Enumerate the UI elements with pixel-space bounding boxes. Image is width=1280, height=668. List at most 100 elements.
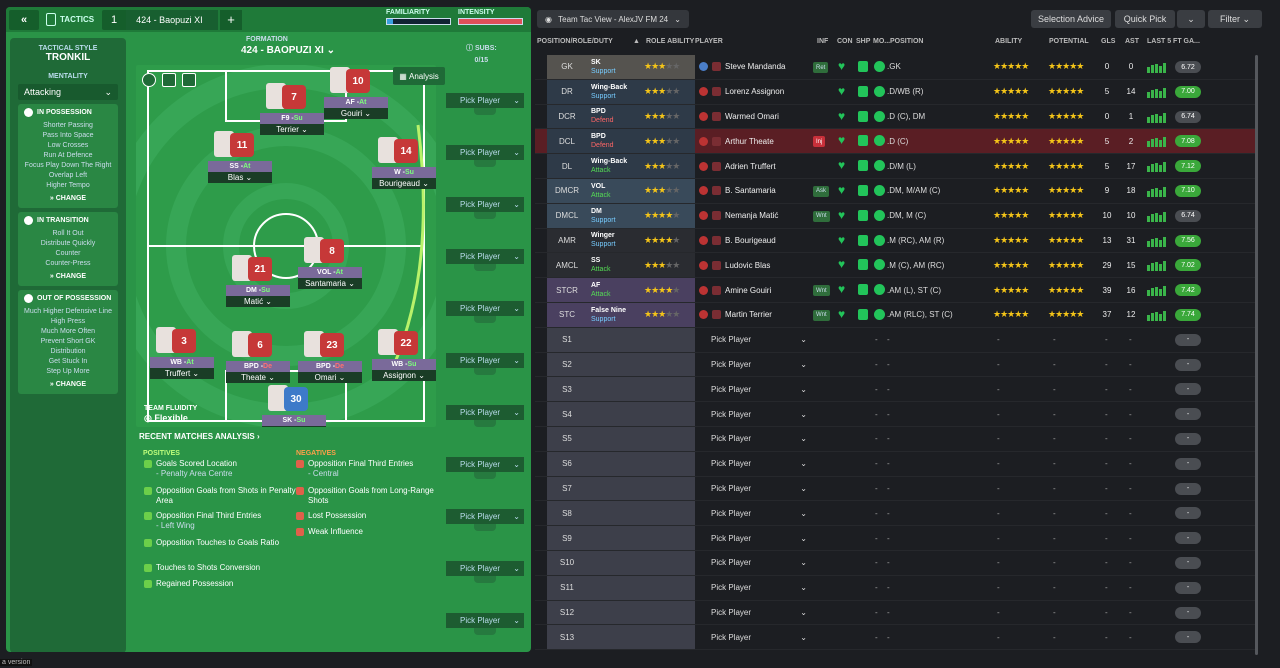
pick-player-dropdown[interactable]: Pick Player ⌄ (711, 328, 807, 352)
sub-row[interactable]: S8 Pick Player ⌄ - - - - - - - (535, 501, 1257, 527)
player-card[interactable]: 23 BPD - De Omari ⌄ (298, 331, 362, 383)
pick-player-button[interactable]: Pick Player ⌄ (446, 613, 524, 628)
player-card[interactable]: 30SK - SuMandanda ⌄ (262, 385, 326, 427)
player-card[interactable]: 14 W - Su Bourigeaud ⌄ (372, 137, 436, 189)
player-cell[interactable]: Lorenz Assignon (699, 80, 784, 104)
view-dropdown[interactable]: ◉ Team Tac View - AlexJV FM 24 ⌄ (537, 10, 689, 28)
player-cell[interactable]: Martin Terrier (699, 303, 772, 327)
add-tactic-button[interactable]: + (220, 9, 243, 30)
player-cell[interactable]: Steve Mandanda (699, 55, 786, 79)
sub-row[interactable]: S10 Pick Player ⌄ - - - - - - - (535, 550, 1257, 576)
analysis-item[interactable]: Lost Possession (296, 511, 448, 521)
intensity-meter[interactable]: INTENSITY (458, 9, 523, 25)
sub-row[interactable]: S3 Pick Player ⌄ - - - - - - - (535, 377, 1257, 403)
table-row[interactable]: DMCR VOL Attack ★★★★★ B. Santamaria Ask ♥ .DM, … (535, 178, 1257, 204)
pick-player-dropdown[interactable]: Pick Player ⌄ (711, 427, 807, 451)
pick-player-dropdown[interactable]: Pick Player ⌄ (711, 576, 807, 600)
player-card[interactable]: 3 WB - At Truffert ⌄ (150, 327, 214, 379)
player-card[interactable]: 7 F9 - Su Terrier ⌄ (260, 83, 324, 135)
header-player-position[interactable]: POSITION (890, 38, 923, 45)
sub-row[interactable]: S2 Pick Player ⌄ - - - - - - - (535, 352, 1257, 378)
pick-player-dropdown[interactable]: Pick Player ⌄ (711, 402, 807, 426)
player-card[interactable]: 21 DM - Su Matić ⌄ (226, 255, 290, 307)
possession-change-button[interactable]: » CHANGE (18, 195, 118, 202)
quick-pick-button[interactable]: Quick Pick (1115, 10, 1175, 28)
player-card[interactable]: 10 AF - At Gouiri ⌄ (324, 67, 388, 119)
pick-player-button[interactable]: Pick Player ⌄ (446, 561, 524, 576)
header-player[interactable]: PLAYER (695, 38, 723, 45)
quick-pick-dropdown[interactable]: ⌄ (1177, 10, 1205, 28)
sub-row[interactable]: S4 Pick Player ⌄ - - - - - - - (535, 402, 1257, 427)
filter-dropdown[interactable]: Filter ⌄ (1208, 10, 1262, 28)
pick-player-dropdown[interactable]: Pick Player ⌄ (711, 353, 807, 377)
header-inf[interactable]: INF (817, 38, 828, 45)
analysis-item[interactable]: Opposition Goals from Shots in Penalty A… (144, 486, 296, 506)
analysis-item[interactable]: Opposition Touches to Goals Ratio (144, 538, 296, 548)
back-button[interactable]: « (9, 9, 39, 30)
player-cell[interactable]: Amine Gouiri (699, 278, 771, 302)
pick-player-button[interactable]: Pick Player ⌄ (446, 457, 524, 472)
header-con[interactable]: CON (837, 38, 853, 45)
player-card[interactable]: 6 BPD - De Theate ⌄ (226, 331, 290, 383)
pick-player-button[interactable]: Pick Player ⌄ (446, 145, 524, 160)
notes-icon[interactable] (182, 73, 196, 87)
pick-player-button[interactable]: Pick Player ⌄ (446, 509, 524, 524)
right-scrollbar[interactable] (1255, 55, 1258, 655)
table-row[interactable]: DCL BPD Defend ★★★★★ Arthur Theate Inj ♥ .D (C)… (535, 129, 1257, 155)
familiarity-meter[interactable]: FAMILIARITY (386, 9, 451, 25)
sub-row[interactable]: S13 Pick Player ⌄ - - - - - - - (535, 625, 1257, 651)
pick-player-dropdown[interactable]: Pick Player ⌄ (711, 551, 807, 575)
player-cell[interactable]: Adrien Truffert (699, 154, 776, 178)
analysis-item[interactable]: Regained Possession (144, 579, 296, 589)
table-row[interactable]: GK SK Support ★★★★★ Steve Mandanda Ret ♥ .GK ★★★… (535, 55, 1257, 80)
analysis-item[interactable]: Goals Scored Location - Penalty Area Cen… (144, 459, 296, 479)
sub-row[interactable]: S12 Pick Player ⌄ - - - - - - - (535, 600, 1257, 626)
tactic-name-dropdown[interactable]: 424 - Baopuzi XI (126, 9, 219, 30)
table-row[interactable]: AMCL SS Attack ★★★★★ Ludovic Blas ♥ .M (C), AM… (535, 253, 1257, 279)
player-card[interactable]: 22 WB - Su Assignon ⌄ (372, 329, 436, 381)
sub-row[interactable]: S6 Pick Player ⌄ - - - - - - - (535, 451, 1257, 477)
pick-player-dropdown[interactable]: Pick Player ⌄ (711, 501, 807, 525)
player-cell[interactable]: Warmed Omari (699, 105, 779, 129)
tactic-slot-button[interactable]: 1 (102, 9, 127, 30)
player-cell[interactable]: B. Santamaria (699, 179, 776, 203)
selection-advice-button[interactable]: Selection Advice (1031, 10, 1111, 28)
analysis-item[interactable]: Opposition Final Third Entries - Central (296, 459, 448, 479)
transition-change-button[interactable]: » CHANGE (18, 273, 118, 280)
analysis-item[interactable]: Opposition Final Third Entries - Left Wi… (144, 511, 296, 531)
sub-row[interactable]: S5 Pick Player ⌄ - - - - - - - (535, 426, 1257, 452)
header-position-role-duty[interactable]: POSITION/ROLE/DUTY (537, 38, 613, 45)
table-row[interactable]: AMR Winger Support ★★★★★ B. Bourigeaud ♥ .M (R… (535, 228, 1257, 254)
pick-player-button[interactable]: Pick Player ⌄ (446, 353, 524, 368)
table-row[interactable]: DMCL DM Support ★★★★★ Nemanja Matić Wnt ♥ .DM, … (535, 203, 1257, 229)
pick-player-dropdown[interactable]: Pick Player ⌄ (711, 625, 807, 649)
sub-row[interactable]: S9 Pick Player ⌄ - - - - - - - (535, 526, 1257, 551)
header-potential[interactable]: POTENTIAL (1049, 38, 1089, 45)
player-cell[interactable]: Arthur Theate (699, 129, 774, 153)
table-row[interactable]: DCR BPD Defend ★★★★★ Warmed Omari ♥ .D (C), DM… (535, 104, 1257, 130)
pick-player-dropdown[interactable]: Pick Player ⌄ (711, 452, 807, 476)
table-row[interactable]: STC False Nine Support ★★★★★ Martin Terrier W… (535, 302, 1257, 328)
pick-player-button[interactable]: Pick Player ⌄ (446, 93, 524, 108)
player-card[interactable]: 8 VOL - At Santamaria ⌄ (298, 237, 362, 289)
header-ability[interactable]: ABILITY (995, 38, 1022, 45)
header-gls[interactable]: GLS (1101, 38, 1115, 45)
header-mo[interactable]: MO... (873, 38, 890, 45)
sub-row[interactable]: S11 Pick Player ⌄ - - - - - - - (535, 575, 1257, 601)
player-info-icon[interactable] (142, 73, 156, 87)
style-value[interactable]: TRONKIL (10, 52, 126, 63)
out-change-button[interactable]: » CHANGE (18, 381, 118, 388)
pick-player-button[interactable]: Pick Player ⌄ (446, 405, 524, 420)
sub-row[interactable]: S1 Pick Player ⌄ - - - - - - - (535, 327, 1257, 353)
table-row[interactable]: DL Wing-Back Attack ★★★★★ Adrien Truffert ♥ .D… (535, 154, 1257, 179)
pick-player-button[interactable]: Pick Player ⌄ (446, 197, 524, 212)
analysis-item[interactable]: Opposition Goals from Long-Range Shots (296, 486, 448, 506)
pick-player-dropdown[interactable]: Pick Player ⌄ (711, 477, 807, 501)
stats-icon[interactable] (162, 73, 176, 87)
player-card[interactable]: 11 SS - At Blas ⌄ (208, 131, 272, 183)
recent-matches-analysis[interactable]: RECENT MATCHES ANALYSIS › (139, 432, 260, 441)
pick-player-button[interactable]: Pick Player ⌄ (446, 249, 524, 264)
sub-row[interactable]: S7 Pick Player ⌄ - - - - - - - (535, 476, 1257, 502)
header-shp[interactable]: SHP (856, 38, 870, 45)
table-row[interactable]: DR Wing-Back Support ★★★★★ Lorenz Assignon ♥.… (535, 79, 1257, 105)
